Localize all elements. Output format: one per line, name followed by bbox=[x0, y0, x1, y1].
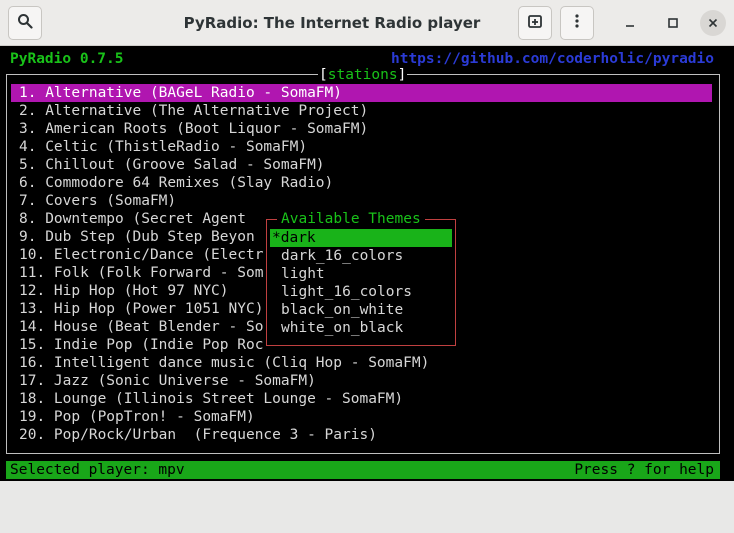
close-button[interactable] bbox=[700, 10, 726, 36]
new-tab-icon bbox=[527, 13, 543, 33]
maximize-icon bbox=[667, 14, 679, 33]
stations-frame-title: [stations] bbox=[318, 66, 408, 84]
close-icon bbox=[707, 14, 719, 33]
themes-popup: Available Themes *dark dark_16_colors li… bbox=[266, 210, 456, 346]
theme-item[interactable]: dark_16_colors bbox=[270, 247, 452, 265]
station-item[interactable]: 3. American Roots (Boot Liquor - SomaFM) bbox=[11, 120, 712, 138]
search-button[interactable] bbox=[8, 6, 42, 40]
minimize-button[interactable] bbox=[617, 10, 643, 36]
window-title: PyRadio: The Internet Radio player bbox=[183, 14, 481, 32]
station-item[interactable]: 4. Celtic (ThistleRadio - SomaFM) bbox=[11, 138, 712, 156]
station-item-selected[interactable]: 1. Alternative (BAGeL Radio - SomaFM) bbox=[11, 84, 712, 102]
kebab-menu-icon bbox=[569, 13, 585, 33]
station-item[interactable]: 16. Intelligent dance music (Cliq Hop - … bbox=[11, 354, 712, 372]
theme-item[interactable]: light bbox=[270, 265, 452, 283]
app-version: PyRadio 0.7.5 bbox=[10, 51, 124, 67]
new-tab-button[interactable] bbox=[518, 6, 552, 40]
status-bar: Selected player: mpv Press ? for help bbox=[6, 461, 720, 479]
station-item[interactable]: 17. Jazz (Sonic Universe - SomaFM) bbox=[11, 372, 712, 390]
station-item[interactable]: 18. Lounge (Illinois Street Lounge - Som… bbox=[11, 390, 712, 408]
themes-popup-title: Available Themes bbox=[277, 210, 425, 228]
maximize-button[interactable] bbox=[660, 10, 686, 36]
station-item[interactable]: 20. Pop/Rock/Urban (Frequence 3 - Paris) bbox=[11, 426, 712, 444]
title-bar: PyRadio: The Internet Radio player bbox=[0, 0, 734, 46]
menu-button[interactable] bbox=[560, 6, 594, 40]
stations-frame-title-text: stations bbox=[327, 67, 398, 83]
app-window: PyRadio: The Internet Radio player PyRad… bbox=[0, 0, 734, 481]
search-icon bbox=[17, 13, 33, 33]
theme-item[interactable]: black_on_white bbox=[270, 301, 452, 319]
theme-list: *dark dark_16_colors light light_16_colo… bbox=[270, 229, 452, 337]
selected-player-status: Selected player: mpv bbox=[10, 462, 185, 478]
station-item[interactable]: 19. Pop (PopTron! - SomaFM) bbox=[11, 408, 712, 426]
help-hint: Press ? for help bbox=[574, 462, 714, 478]
minimize-icon bbox=[624, 14, 636, 33]
repo-url[interactable]: https://github.com/coderholic/pyradio bbox=[391, 50, 714, 68]
theme-item[interactable]: light_16_colors bbox=[270, 283, 452, 301]
theme-item-active[interactable]: *dark bbox=[270, 229, 452, 247]
station-item[interactable]: 2. Alternative (The Alternative Project) bbox=[11, 102, 712, 120]
station-item[interactable]: 6. Commodore 64 Remixes (Slay Radio) bbox=[11, 174, 712, 192]
theme-item[interactable]: white_on_black bbox=[270, 319, 452, 337]
station-item[interactable]: 7. Covers (SomaFM) bbox=[11, 192, 712, 210]
station-item[interactable]: 5. Chillout (Groove Salad - SomaFM) bbox=[11, 156, 712, 174]
terminal[interactable]: PyRadio 0.7.5 https://github.com/coderho… bbox=[0, 46, 734, 481]
